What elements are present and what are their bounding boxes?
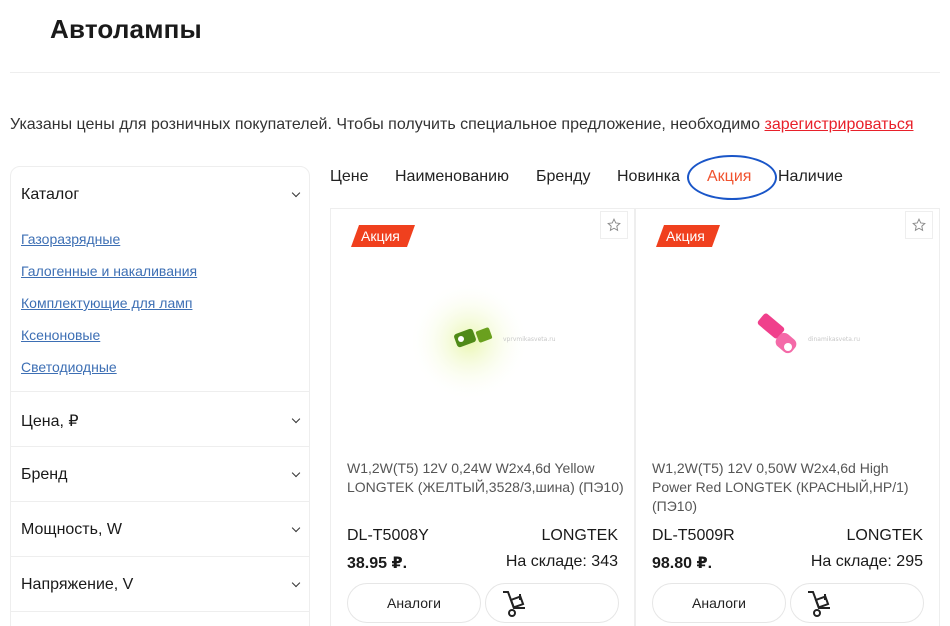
filter-sidebar: Каталог Газоразрядные Галогенные и накал… bbox=[10, 166, 310, 626]
brand-filter-toggle[interactable]: Бренд bbox=[21, 466, 301, 484]
category-link[interactable]: Комплектующие для ламп bbox=[21, 295, 192, 311]
chevron-down-icon bbox=[291, 525, 301, 535]
add-to-cart-button[interactable] bbox=[485, 583, 619, 623]
register-link[interactable]: зарегистрироваться bbox=[765, 116, 914, 133]
star-icon bbox=[607, 218, 621, 232]
category-link[interactable]: Ксеноновые bbox=[21, 327, 100, 343]
product-price: 38.95 ₽. bbox=[347, 555, 408, 572]
catalog-filter-toggle[interactable]: Каталог bbox=[21, 186, 301, 204]
product-brand: LONGTEK bbox=[846, 527, 923, 544]
product-sku: DL-T5009R bbox=[652, 527, 735, 544]
promo-badge: Акция bbox=[351, 225, 415, 247]
cart-icon bbox=[503, 591, 525, 617]
filter-label: Цена, ₽ bbox=[21, 413, 79, 430]
category-link[interactable]: Галогенные и накаливания bbox=[21, 263, 197, 279]
product-price: 98.80 ₽. bbox=[652, 555, 713, 572]
sort-by-price[interactable]: Цене bbox=[330, 168, 368, 186]
highlight-circle bbox=[687, 155, 777, 200]
divider bbox=[11, 446, 309, 447]
promo-badge: Акция bbox=[656, 225, 720, 247]
sort-by-availability[interactable]: Наличие bbox=[778, 168, 843, 186]
title-divider bbox=[10, 72, 940, 73]
svg-text:vprvmikasveta.ru: vprvmikasveta.ru bbox=[503, 336, 556, 343]
divider bbox=[11, 556, 309, 557]
product-name[interactable]: W1,2W(T5) 12V 0,24W W2x4,6d Yellow LONGT… bbox=[347, 459, 627, 497]
divider bbox=[11, 391, 309, 392]
product-name[interactable]: W1,2W(T5) 12V 0,50W W2x4,6d High Power R… bbox=[652, 459, 932, 516]
product-image[interactable]: vprvmikasveta.ru bbox=[391, 269, 571, 409]
analogs-button[interactable]: Аналоги bbox=[347, 583, 481, 623]
favorite-button[interactable] bbox=[905, 211, 933, 239]
voltage-filter-toggle[interactable]: Напряжение, V bbox=[21, 576, 301, 594]
power-filter-toggle[interactable]: Мощность, W bbox=[21, 521, 301, 539]
product-image[interactable]: dinamikasveta.ru bbox=[696, 269, 876, 409]
product-card: Акция dinamikasveta.ru W1,2W(T5) 12V 0,5… bbox=[635, 208, 940, 626]
page-title: Автолампы bbox=[50, 14, 202, 44]
stock-status: На складе: 343 bbox=[505, 553, 618, 570]
filter-label: Мощность, W bbox=[21, 521, 122, 538]
stock-status: На складе: 295 bbox=[810, 553, 923, 570]
divider bbox=[11, 611, 309, 612]
product-brand: LONGTEK bbox=[541, 527, 618, 544]
sort-by-brand[interactable]: Бренду bbox=[536, 168, 590, 186]
analogs-button[interactable]: Аналоги bbox=[652, 583, 786, 623]
chevron-down-icon bbox=[291, 580, 301, 590]
price-filter-toggle[interactable]: Цена, ₽ bbox=[21, 411, 301, 431]
filter-label: Напряжение, V bbox=[21, 576, 134, 593]
star-icon bbox=[912, 218, 926, 232]
category-link[interactable]: Светодиодные bbox=[21, 359, 117, 375]
sort-by-new[interactable]: Новинка bbox=[617, 168, 680, 186]
divider bbox=[11, 501, 309, 502]
add-to-cart-button[interactable] bbox=[790, 583, 924, 623]
notice-text: Указаны цены для розничных покупателей. … bbox=[10, 116, 765, 133]
cart-icon bbox=[808, 591, 830, 617]
category-link[interactable]: Газоразрядные bbox=[21, 231, 120, 247]
catalog-label: Каталог bbox=[21, 186, 80, 203]
sort-by-name[interactable]: Наименованию bbox=[395, 168, 509, 186]
chevron-down-icon bbox=[291, 190, 301, 200]
favorite-button[interactable] bbox=[600, 211, 628, 239]
product-card: Акция vprvmikasveta.ru W1,2W(T5) 12V 0,2… bbox=[330, 208, 635, 626]
retail-price-notice: Указаны цены для розничных покупателей. … bbox=[10, 116, 913, 134]
product-sku: DL-T5008Y bbox=[347, 527, 429, 544]
filter-label: Бренд bbox=[21, 466, 68, 483]
chevron-down-icon bbox=[291, 470, 301, 480]
svg-text:dinamikasveta.ru: dinamikasveta.ru bbox=[808, 336, 860, 343]
chevron-down-icon bbox=[291, 416, 301, 426]
